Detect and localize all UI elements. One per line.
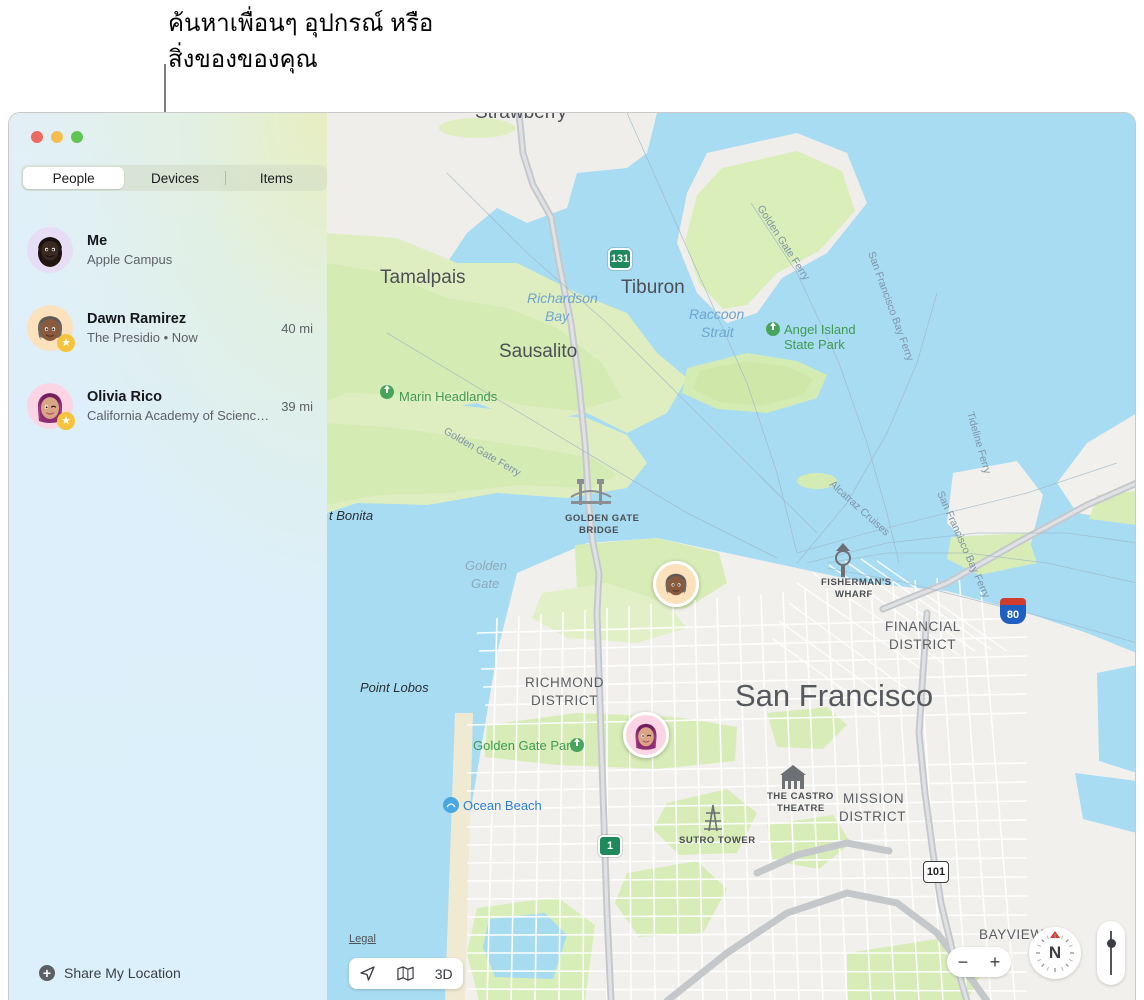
map-label-san-francisco: San Francisco [735,678,933,713]
sidebar: People Devices Items Me Apple Campus ★ D… [9,113,327,1000]
pitch-slider[interactable] [1097,921,1125,985]
route-shield-101: 101 [923,861,949,883]
window-traffic-lights [31,131,83,143]
pitch-slider-track [1110,931,1112,975]
map-label-angel-island-2: State Park [784,337,845,352]
3d-toggle-button[interactable]: 3D [435,966,453,982]
person-distance: 39 mi [281,398,313,414]
map-label-financial-district-2: DISTRICT [889,637,956,652]
avatar: ★ [27,383,75,430]
legal-link[interactable]: Legal [349,933,376,945]
person-distance: 40 mi [281,320,313,336]
route-shield-80: 80 [1000,598,1026,624]
map-mode-controls: 3D [349,958,463,989]
person-name: Olivia Rico [87,389,162,405]
zoom-in-button[interactable]: + [990,952,1001,973]
map-fold-icon[interactable] [397,965,414,982]
zoom-out-button[interactable]: − [958,952,969,973]
share-my-location-label: Share My Location [64,965,181,981]
route-shield-1: 1 [598,835,622,857]
map-label-strawberry: Strawberry [475,113,567,123]
map-label-fishermans-wharf-2: WHARF [835,589,873,600]
tab-items[interactable]: Items [226,167,327,189]
map-label-golden-gate-2: Gate [471,576,499,591]
map-label-richmond-district-2: DISTRICT [531,693,598,708]
tab-devices-label: Devices [150,170,199,186]
map-avatar-olivia-rico[interactable] [623,712,669,758]
share-my-location-button[interactable]: + Share My Location [39,965,181,981]
map-label-golden-gate-park: Golden Gate Park [473,738,578,753]
map-label-raccoon-strait: Raccoon [689,306,744,322]
app-window: People Devices Items Me Apple Campus ★ D… [8,112,1136,1000]
route-shield-131: 131 [608,248,632,270]
memoji-icon [27,227,73,273]
list-item-text: Olivia Rico California Academy of Scienc… [87,389,273,423]
star-badge-icon: ★ [57,412,75,430]
map-label-golden-gate-bridge-2: BRIDGE [579,525,619,536]
tab-people[interactable]: People [23,167,125,189]
person-name: Me [87,233,108,249]
map-canvas[interactable]: Tamalpais Tiburon Sausalito Strawberry S… [327,113,1135,1000]
person-location: California Academy of Sciences... [87,408,274,423]
person-location: Apple Campus [87,252,173,267]
map-label-raccoon-strait-2: Strait [701,324,735,340]
memoji-icon [626,715,666,755]
map-label-sausalito: Sausalito [499,341,577,362]
avatar [27,227,73,273]
map-label-tiburon: Tiburon [621,277,685,298]
map-label-richardson-bay: Richardson [527,290,598,306]
zoom-controls: − + [947,947,1011,977]
screenshot-root: ค้นหาเพื่อนๆ อุปกรณ์ หรือ สิ่งของของคุณ … [0,0,1144,1000]
callout-text: ค้นหาเพื่อนๆ อุปกรณ์ หรือ สิ่งของของคุณ [168,10,434,73]
list-item-text: Me Apple Campus [87,233,305,267]
people-list: Me Apple Campus ★ Dawn Ramirez The Presi… [9,211,327,445]
minimize-button[interactable] [51,131,63,143]
tab-people-label: People [52,170,95,186]
map-label-mission-district-2: DISTRICT [839,809,906,824]
map-label-financial-district: FINANCIAL [885,619,961,634]
star-badge-icon: ★ [57,334,75,352]
map-label-point-bonita: t Bonita [329,508,373,523]
map-label-castro-theatre: THE CASTRO [767,791,834,802]
map-label-castro-theatre-2: THEATRE [777,803,825,814]
memoji-icon [656,564,696,604]
map-label-golden-gate-bridge: GOLDEN GATE [565,513,639,524]
map-label-golden-gate: Golden [465,558,507,573]
map-graphics: Tamalpais Tiburon Sausalito Strawberry S… [327,113,1135,1000]
plus-circle-icon: + [39,965,55,981]
person-name: Dawn Ramirez [87,311,187,327]
person-location: The Presidio • Now [87,330,198,345]
tab-devices[interactable]: Devices [124,167,226,189]
map-label-point-lobos: Point Lobos [360,680,429,695]
compass-control[interactable]: N [1029,927,1081,979]
close-button[interactable] [31,131,43,143]
pitch-slider-knob[interactable] [1106,939,1116,948]
list-item[interactable]: ★ Dawn Ramirez The Presidio • Now 40 mi [9,289,327,367]
map-label-sutro-tower: SUTRO TOWER [679,835,756,846]
map-label-richardson-bay-2: Bay [545,308,570,324]
map-label-ocean-beach: Ocean Beach [463,798,542,813]
map-label-richmond-district: RICHMOND [525,675,604,690]
locate-arrow-icon[interactable] [359,965,376,982]
map-avatar-dawn-ramirez[interactable] [653,561,699,607]
compass-north-label: N [1048,943,1062,962]
list-item[interactable]: ★ Olivia Rico California Academy of Scie… [9,367,327,445]
list-item[interactable]: Me Apple Campus [9,211,327,289]
list-item-text: Dawn Ramirez The Presidio • Now [87,311,273,345]
map-label-mission-district: MISSION [843,791,904,806]
map-label-marin-headlands: Marin Headlands [399,389,498,404]
map-label-fishermans-wharf: FISHERMAN'S [821,577,892,588]
avatar: ★ [27,305,75,352]
map-label-angel-island: Angel Island [784,322,856,337]
tab-items-label: Items [259,170,293,186]
map-label-tamalpais: Tamalpais [380,267,466,288]
zoom-button[interactable] [71,131,83,143]
tab-bar: People Devices Items [21,165,327,191]
